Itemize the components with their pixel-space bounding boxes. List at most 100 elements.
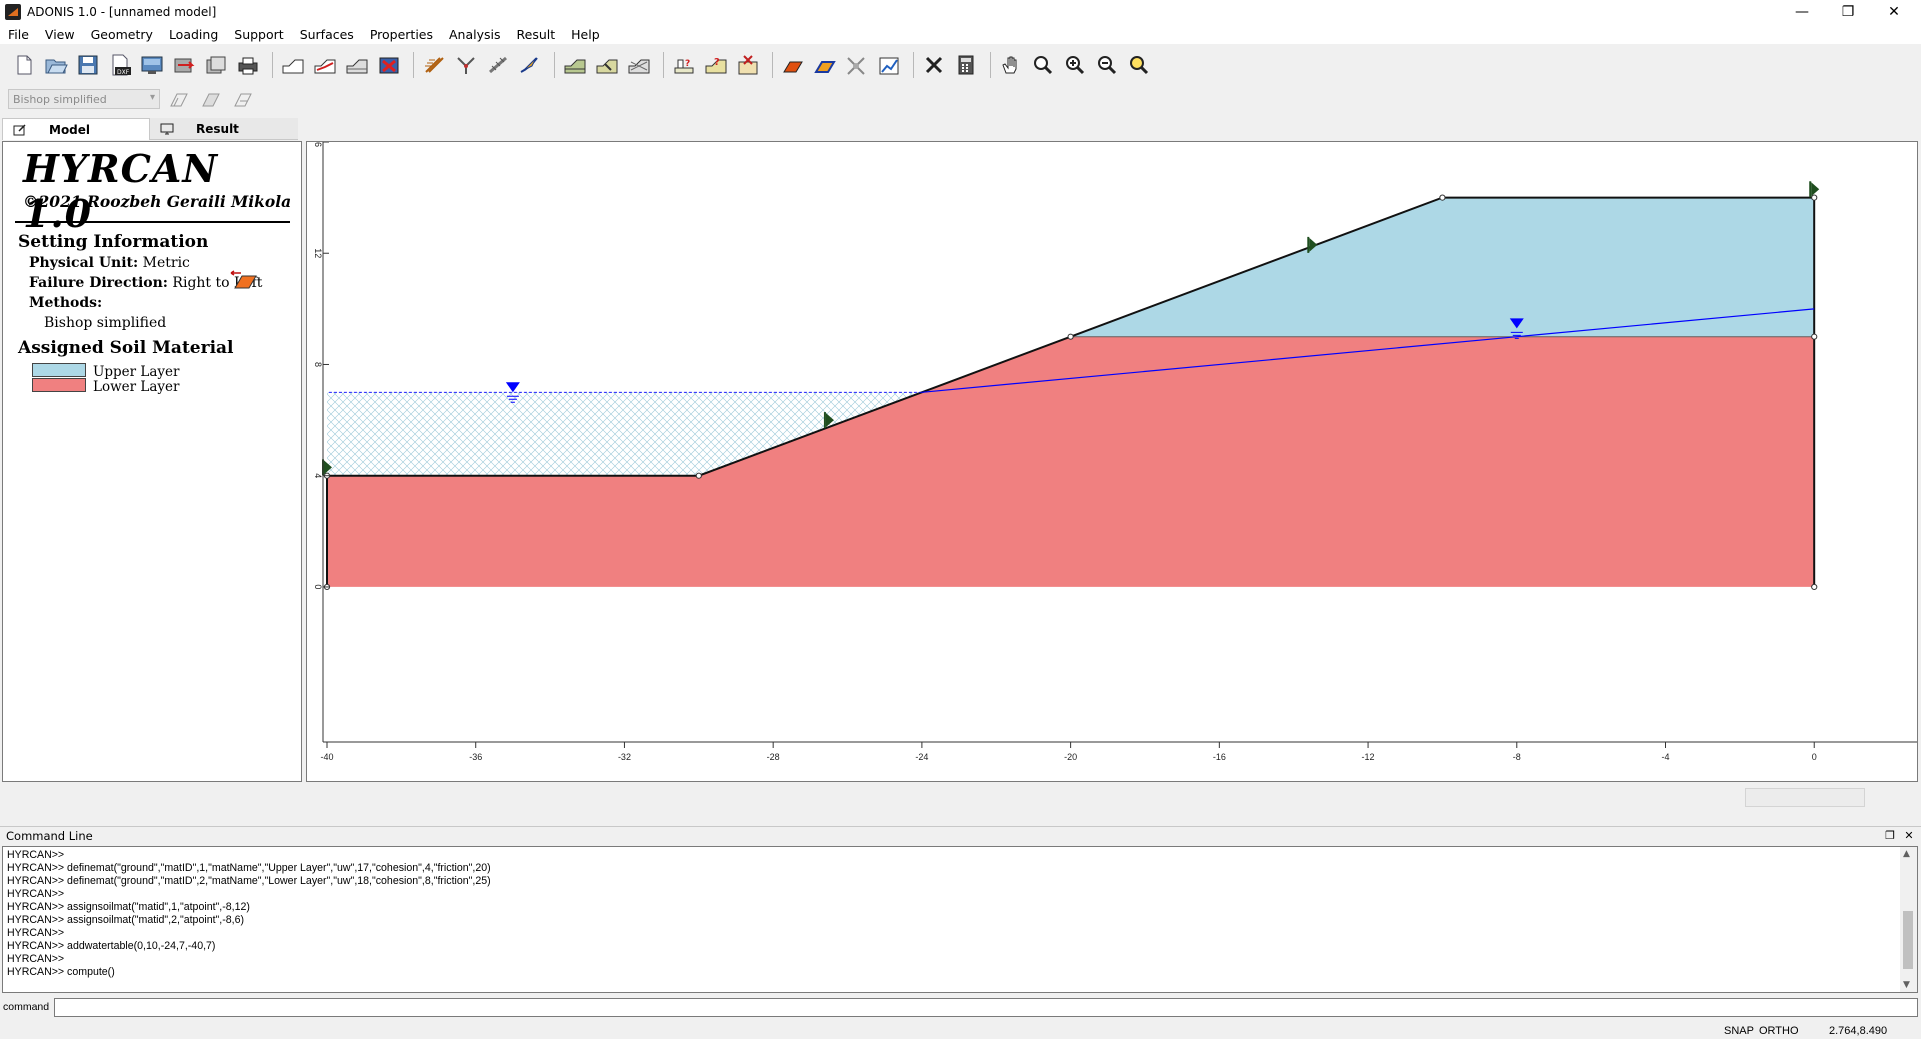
add-support-icon[interactable] bbox=[452, 51, 480, 79]
close-button[interactable]: ✕ bbox=[1871, 0, 1917, 24]
menu-help[interactable]: Help bbox=[563, 27, 608, 42]
restore-button[interactable]: ❐ bbox=[1825, 0, 1871, 24]
menu-properties[interactable]: Properties bbox=[362, 27, 441, 42]
add-material-boundary-icon[interactable] bbox=[311, 51, 339, 79]
y-tick-label: 0 bbox=[313, 584, 323, 589]
y-tick-label: 16 bbox=[313, 142, 323, 147]
ortho-toggle[interactable]: ORTHO bbox=[1759, 1025, 1799, 1037]
zoom-in-icon[interactable] bbox=[1061, 51, 1089, 79]
x-tick-label: -28 bbox=[767, 752, 780, 762]
float-panel-icon[interactable]: ❐ bbox=[1881, 826, 1899, 844]
import-dxf-icon[interactable]: DXF bbox=[106, 51, 134, 79]
menu-result[interactable]: Result bbox=[509, 27, 564, 42]
command-history-line: HYRCAN>> bbox=[7, 953, 65, 965]
screen-capture-icon[interactable] bbox=[138, 51, 166, 79]
progress-box bbox=[1745, 788, 1865, 807]
open-file-icon[interactable] bbox=[42, 51, 70, 79]
results-graph-icon[interactable] bbox=[875, 51, 903, 79]
print-icon[interactable] bbox=[234, 51, 262, 79]
water-table-icon[interactable] bbox=[625, 51, 653, 79]
physical-unit-label: Physical Unit: bbox=[29, 255, 139, 271]
calculator-icon[interactable] bbox=[952, 51, 980, 79]
menu-analysis[interactable]: Analysis bbox=[441, 27, 509, 42]
scroll-down-icon[interactable]: ▼ bbox=[1903, 980, 1910, 990]
monitor-icon bbox=[160, 123, 174, 134]
failure-direction-icon bbox=[230, 270, 257, 289]
command-history-line: HYRCAN>> compute() bbox=[7, 966, 115, 978]
x-tick-label: 0 bbox=[1812, 752, 1817, 762]
copy-icon[interactable] bbox=[202, 51, 230, 79]
menu-loading[interactable]: Loading bbox=[161, 27, 226, 42]
menu-file[interactable]: File bbox=[0, 27, 37, 42]
analysis-toolbar: Bishop simplified bbox=[0, 86, 1921, 112]
svg-text:?: ? bbox=[714, 57, 720, 68]
new-file-icon[interactable] bbox=[10, 51, 38, 79]
export-icon[interactable] bbox=[170, 51, 198, 79]
pan-hand-icon[interactable] bbox=[997, 51, 1025, 79]
toolbar-separator bbox=[663, 52, 664, 78]
grid-search-icon[interactable] bbox=[843, 51, 871, 79]
command-prompt-label: command bbox=[3, 1001, 50, 1013]
add-boundary-icon[interactable] bbox=[279, 51, 307, 79]
toolbar-separator bbox=[413, 52, 414, 78]
title-bar: ADONIS 1.0 - [unnamed model] — ❐ ✕ bbox=[0, 0, 1921, 24]
minimize-button[interactable]: — bbox=[1779, 0, 1825, 24]
setting-heading: Setting Information bbox=[18, 232, 209, 252]
command-output[interactable]: HYRCAN>> HYRCAN>> definemat("ground","mat… bbox=[2, 846, 1918, 993]
compute-icon[interactable]: ? bbox=[670, 51, 698, 79]
snap-toggle[interactable]: SNAP bbox=[1724, 1025, 1754, 1037]
tab-model[interactable]: Model bbox=[2, 118, 150, 140]
slip-direction-icon[interactable] bbox=[811, 51, 839, 79]
edit-boundary-icon[interactable] bbox=[343, 51, 371, 79]
zoom-window-icon[interactable] bbox=[1029, 51, 1057, 79]
command-history-line: HYRCAN>> bbox=[7, 849, 65, 861]
zoom-extents-icon[interactable] bbox=[1125, 51, 1153, 79]
slip-surface-icon[interactable] bbox=[779, 51, 807, 79]
tools-icon[interactable] bbox=[920, 51, 948, 79]
scrollbar[interactable]: ▲ ▼ bbox=[1900, 847, 1917, 992]
vertex-point bbox=[695, 472, 702, 479]
menu-support[interactable]: Support bbox=[226, 27, 291, 42]
query-icon[interactable]: ? bbox=[702, 51, 730, 79]
command-history-line: HYRCAN>> bbox=[7, 927, 65, 939]
model-canvas[interactable]: -40 -36 -32 -28 -24 -20 -16 -12 -8 -4 0 0 4 8 12 16 bbox=[306, 141, 1918, 782]
command-history-line: HYRCAN>> bbox=[7, 888, 65, 900]
menu-view[interactable]: View bbox=[37, 27, 83, 42]
main-toolbar: DXF ? ? bbox=[0, 46, 1921, 84]
command-history: HYRCAN>> HYRCAN>> definemat("ground","mat… bbox=[7, 849, 491, 979]
tab-result-label: Result bbox=[196, 121, 239, 136]
command-line-title: Command Line bbox=[6, 828, 93, 843]
window-title: ADONIS 1.0 - [unnamed model] bbox=[27, 5, 217, 19]
method-dropdown[interactable]: Bishop simplified bbox=[8, 89, 160, 109]
command-input[interactable] bbox=[54, 998, 1918, 1017]
info-viewer-icon[interactable] bbox=[734, 51, 762, 79]
add-slip-surface-icon[interactable] bbox=[516, 51, 544, 79]
toolbar-separator bbox=[772, 52, 773, 78]
lower-layer-swatch bbox=[32, 378, 86, 392]
assign-material-icon[interactable] bbox=[593, 51, 621, 79]
material-properties-icon[interactable] bbox=[561, 51, 589, 79]
scroll-thumb[interactable] bbox=[1903, 911, 1913, 969]
slope-mid-icon[interactable] bbox=[198, 88, 224, 110]
command-history-line: HYRCAN>> definemat("ground","matID",2,"m… bbox=[7, 875, 491, 887]
toolbar-separator bbox=[554, 52, 555, 78]
slope-right-icon[interactable] bbox=[230, 88, 256, 110]
y-tick-label: 8 bbox=[313, 362, 323, 367]
add-load-icon[interactable] bbox=[420, 51, 448, 79]
slope-left-icon[interactable] bbox=[166, 88, 192, 110]
anchor-icon[interactable] bbox=[484, 51, 512, 79]
cursor-coordinates: 2.764,8.490 bbox=[1829, 1025, 1888, 1037]
x-tick-label: -12 bbox=[1362, 752, 1375, 762]
methods-label: Methods: bbox=[29, 295, 103, 311]
slope-plot[interactable]: -40 -36 -32 -28 -24 -20 -16 -12 -8 -4 00481216 bbox=[307, 142, 1917, 781]
delete-boundary-icon[interactable] bbox=[375, 51, 403, 79]
close-panel-icon[interactable]: ✕ bbox=[1900, 826, 1918, 844]
save-icon[interactable] bbox=[74, 51, 102, 79]
scroll-up-icon[interactable]: ▲ bbox=[1903, 849, 1910, 859]
marker-flag bbox=[1811, 182, 1820, 197]
menu-geometry[interactable]: Geometry bbox=[83, 27, 161, 42]
vertex-point bbox=[1811, 194, 1818, 201]
menu-surfaces[interactable]: Surfaces bbox=[292, 27, 362, 42]
zoom-out-icon[interactable] bbox=[1093, 51, 1121, 79]
tab-result[interactable]: Result bbox=[150, 118, 298, 140]
